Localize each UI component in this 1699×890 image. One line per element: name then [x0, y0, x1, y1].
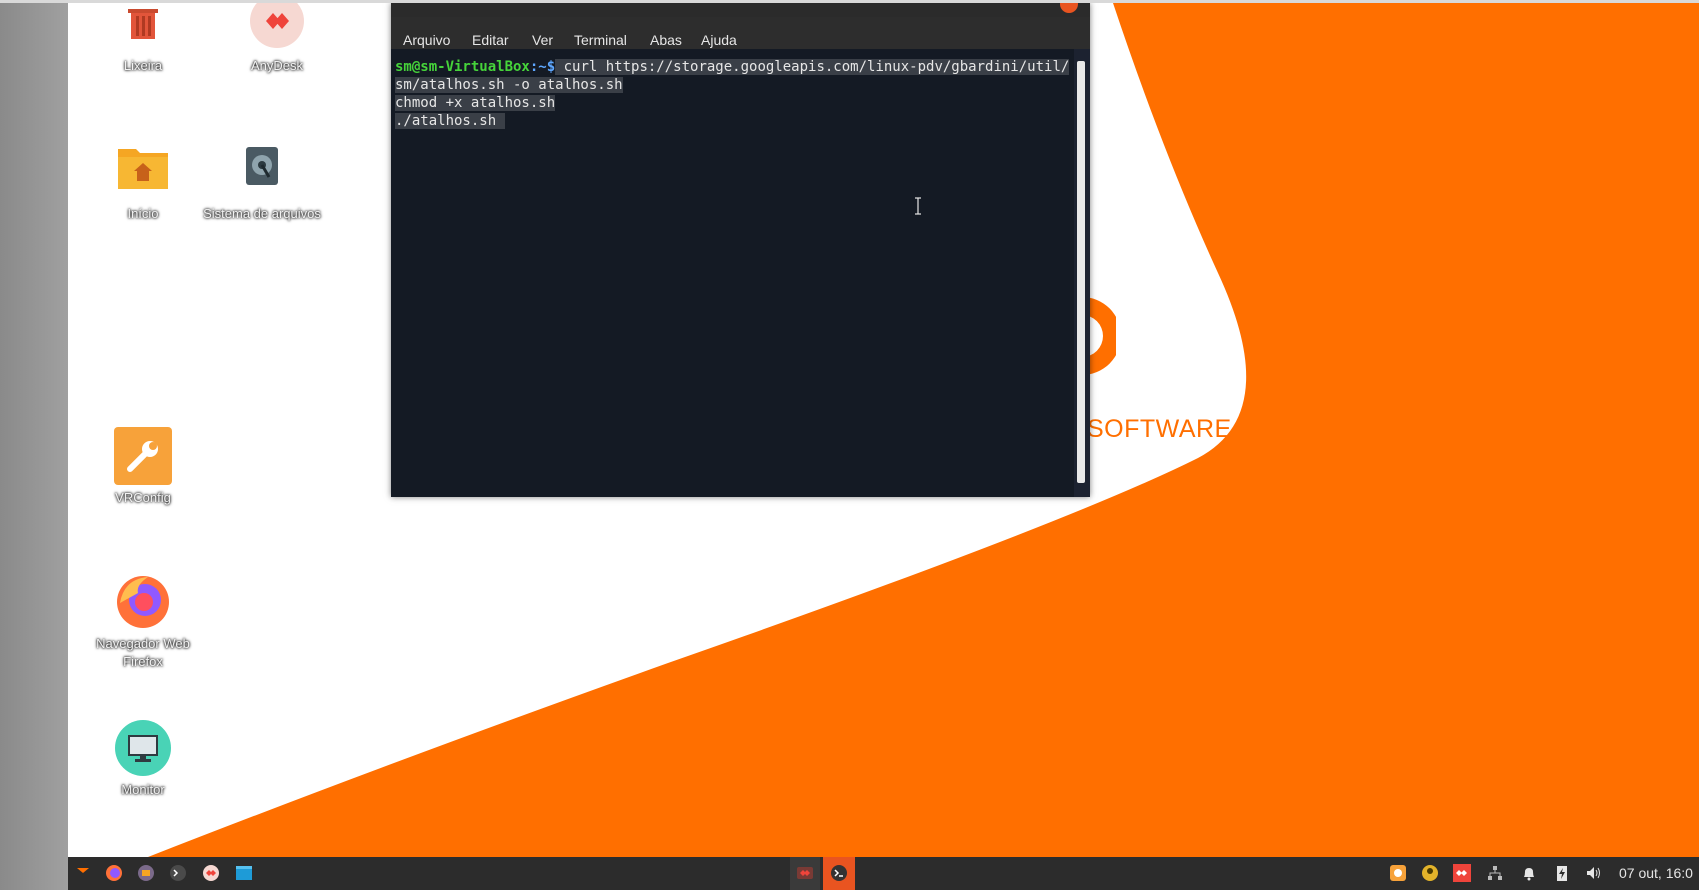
clock[interactable]: 07 out, 16:0 — [1619, 865, 1693, 881]
network-icon[interactable] — [1486, 864, 1504, 882]
bell-icon[interactable] — [1520, 864, 1538, 882]
desktop-icon-label: Lixeira — [123, 58, 163, 73]
terminal-line: sm@sm-VirtualBox:~$ curl https://storage… — [395, 58, 1070, 76]
desktop-icon-firefox[interactable]: Navegador Web Firefox — [83, 573, 203, 671]
taskbar: 07 out, 16:0 — [68, 857, 1699, 890]
desktop[interactable]: Lixeira AnyDesk Início Sistema de arquiv… — [68, 3, 1699, 857]
anydesk-tray-icon[interactable] — [1453, 864, 1471, 882]
menu-abas[interactable]: Abas — [650, 32, 682, 48]
update-icon[interactable] — [1389, 864, 1407, 882]
window-icon[interactable] — [235, 864, 253, 882]
desktop-icon-label: Monitor — [121, 782, 165, 797]
desktop-icon-vrconfig[interactable]: VRConfig — [83, 427, 203, 507]
terminal-menubar: Arquivo Editar Ver Terminal Abas Ajuda — [391, 17, 1090, 49]
desktop-icon-label: AnyDesk — [250, 58, 304, 73]
desktop-icon-monitor[interactable]: Monitor — [83, 719, 203, 799]
menu-terminal[interactable]: Terminal — [574, 32, 627, 48]
desktop-icon-trash[interactable]: Lixeira — [83, 3, 203, 75]
trash-icon — [128, 9, 158, 39]
anydesk-icon[interactable] — [202, 864, 220, 882]
menu-arquivo[interactable]: Arquivo — [403, 32, 450, 48]
monitor-icon — [115, 720, 171, 776]
menu-editar[interactable]: Editar — [472, 32, 509, 48]
files-icon[interactable] — [137, 864, 155, 882]
terminal-prompt-suffix: :~$ — [529, 59, 556, 75]
terminal-command-text: sm/atalhos.sh -o atalhos.sh — [395, 77, 623, 93]
firefox-icon[interactable] — [105, 864, 123, 882]
left-margin — [0, 0, 68, 890]
anydesk-window-icon — [797, 867, 813, 879]
terminal-line: sm/atalhos.sh -o atalhos.sh — [395, 76, 623, 94]
anydesk-icon — [250, 3, 304, 48]
desktop-icon-label: Navegador Web Firefox — [96, 636, 190, 669]
terminal-window-icon — [831, 865, 847, 881]
power-icon[interactable] — [1553, 864, 1571, 882]
taskbar-window-button[interactable] — [790, 857, 820, 890]
terminal-titlebar[interactable] — [391, 3, 1090, 17]
terminal-scrollbar[interactable] — [1074, 49, 1090, 497]
terminal-prompt: sm@sm-VirtualBox — [395, 59, 530, 75]
volume-icon[interactable] — [1585, 864, 1603, 882]
terminal-icon[interactable] — [169, 864, 187, 882]
terminal-command-text: ./atalhos.sh — [395, 113, 505, 129]
terminal-command-text: curl https://storage.googleapis.com/linu… — [555, 59, 1070, 75]
terminal-line: chmod +x atalhos.sh — [395, 94, 556, 112]
terminal-output[interactable]: sm@sm-VirtualBox:~$ curl https://storage… — [391, 49, 1074, 497]
close-icon[interactable] — [1060, 3, 1078, 13]
menu-ver[interactable]: Ver — [532, 32, 553, 48]
terminal-window[interactable]: Arquivo Editar Ver Terminal Abas Ajuda s… — [391, 3, 1090, 497]
desktop-icon-label: VRConfig — [115, 490, 171, 505]
text-cursor-icon — [915, 197, 921, 215]
user-icon[interactable] — [1421, 864, 1439, 882]
desktop-icon-label: Sistema de arquivos — [203, 206, 321, 221]
desktop-icon-home[interactable]: Início — [83, 143, 203, 223]
taskbar-window-button-active[interactable] — [823, 857, 855, 890]
desktop-icon-filesystem[interactable]: Sistema de arquivos — [202, 143, 322, 223]
home-folder-icon — [118, 149, 168, 189]
terminal-line: ./atalhos.sh — [395, 112, 505, 130]
menu-ajuda[interactable]: Ajuda — [701, 32, 737, 48]
scrollbar-thumb[interactable] — [1077, 61, 1085, 483]
filesystem-icon — [246, 147, 278, 185]
menu-icon[interactable] — [74, 864, 92, 882]
firefox-icon — [117, 576, 169, 628]
terminal-command-text: chmod +x atalhos.sh — [395, 95, 556, 111]
desktop-icon-anydesk[interactable]: AnyDesk — [217, 3, 337, 75]
screen: Lixeira AnyDesk Início Sistema de arquiv… — [0, 0, 1699, 890]
desktop-icon-label: Início — [127, 206, 159, 221]
wrench-icon — [114, 427, 172, 485]
wallpaper-logo-text: SOFTWARE — [1087, 415, 1232, 443]
